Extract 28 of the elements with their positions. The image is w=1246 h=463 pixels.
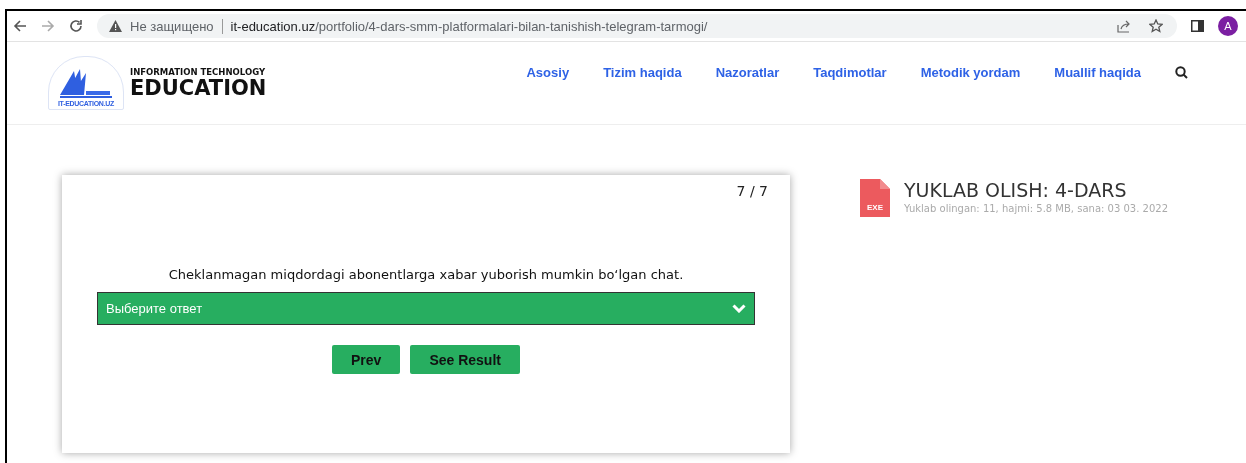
address-bar[interactable]: Не защищено it-education.uz/portfolio/4-dars-smm-platformalari-bilan-tanishish-telegram-tarmogi/	[97, 14, 1177, 38]
quiz-button[interactable]: Prev	[332, 345, 401, 374]
profile-avatar[interactable]: A	[1218, 16, 1238, 36]
nav-link[interactable]: Asosiy	[526, 64, 570, 80]
question-text: Cheklanmagan miqdordagi abonentlarga xabar yuborish mumkin bo‘lgan chat.	[168, 267, 684, 282]
nav-link[interactable]: Tizim haqida	[603, 64, 682, 80]
security-label: Не защищено	[130, 18, 214, 34]
reload-icon[interactable]	[69, 19, 83, 33]
exe-file-icon: EXE	[860, 179, 890, 217]
quiz-button[interactable]: See Result	[410, 345, 520, 374]
download-title[interactable]: YUKLAB OLISH: 4-DARS	[904, 179, 1168, 201]
download-details: Yuklab olingan: 11, hajmi: 5.8 MB, sana: 03 03. 2022	[904, 203, 1168, 214]
nav-link[interactable]: Metodik yordam	[920, 64, 1021, 80]
side-panel-icon[interactable]	[1191, 20, 1204, 32]
nav-link[interactable]: Muallif haqida	[1054, 64, 1141, 80]
chevron-down-icon	[732, 304, 746, 313]
question-counter: 7 / 7	[736, 183, 768, 199]
logo-title: EDUCATION	[130, 77, 267, 99]
back-arrow-icon[interactable]	[13, 19, 27, 33]
star-icon[interactable]	[1149, 19, 1163, 33]
search-icon[interactable]	[1175, 65, 1188, 79]
nav-link[interactable]: Nazoratlar	[715, 64, 780, 80]
logo-tagline: INFORMATION TECHNOLOGY	[130, 67, 267, 77]
share-icon[interactable]	[1117, 19, 1131, 33]
nav-link[interactable]: Taqdimotlar	[813, 64, 887, 80]
warning-icon	[109, 20, 122, 32]
answer-dropdown[interactable]: Выберите ответ	[97, 292, 755, 325]
url-text: it-education.uz/portfolio/4-dars-smm-platformalari-bilan-tanishish-telegram-tarmogi/	[230, 18, 708, 34]
